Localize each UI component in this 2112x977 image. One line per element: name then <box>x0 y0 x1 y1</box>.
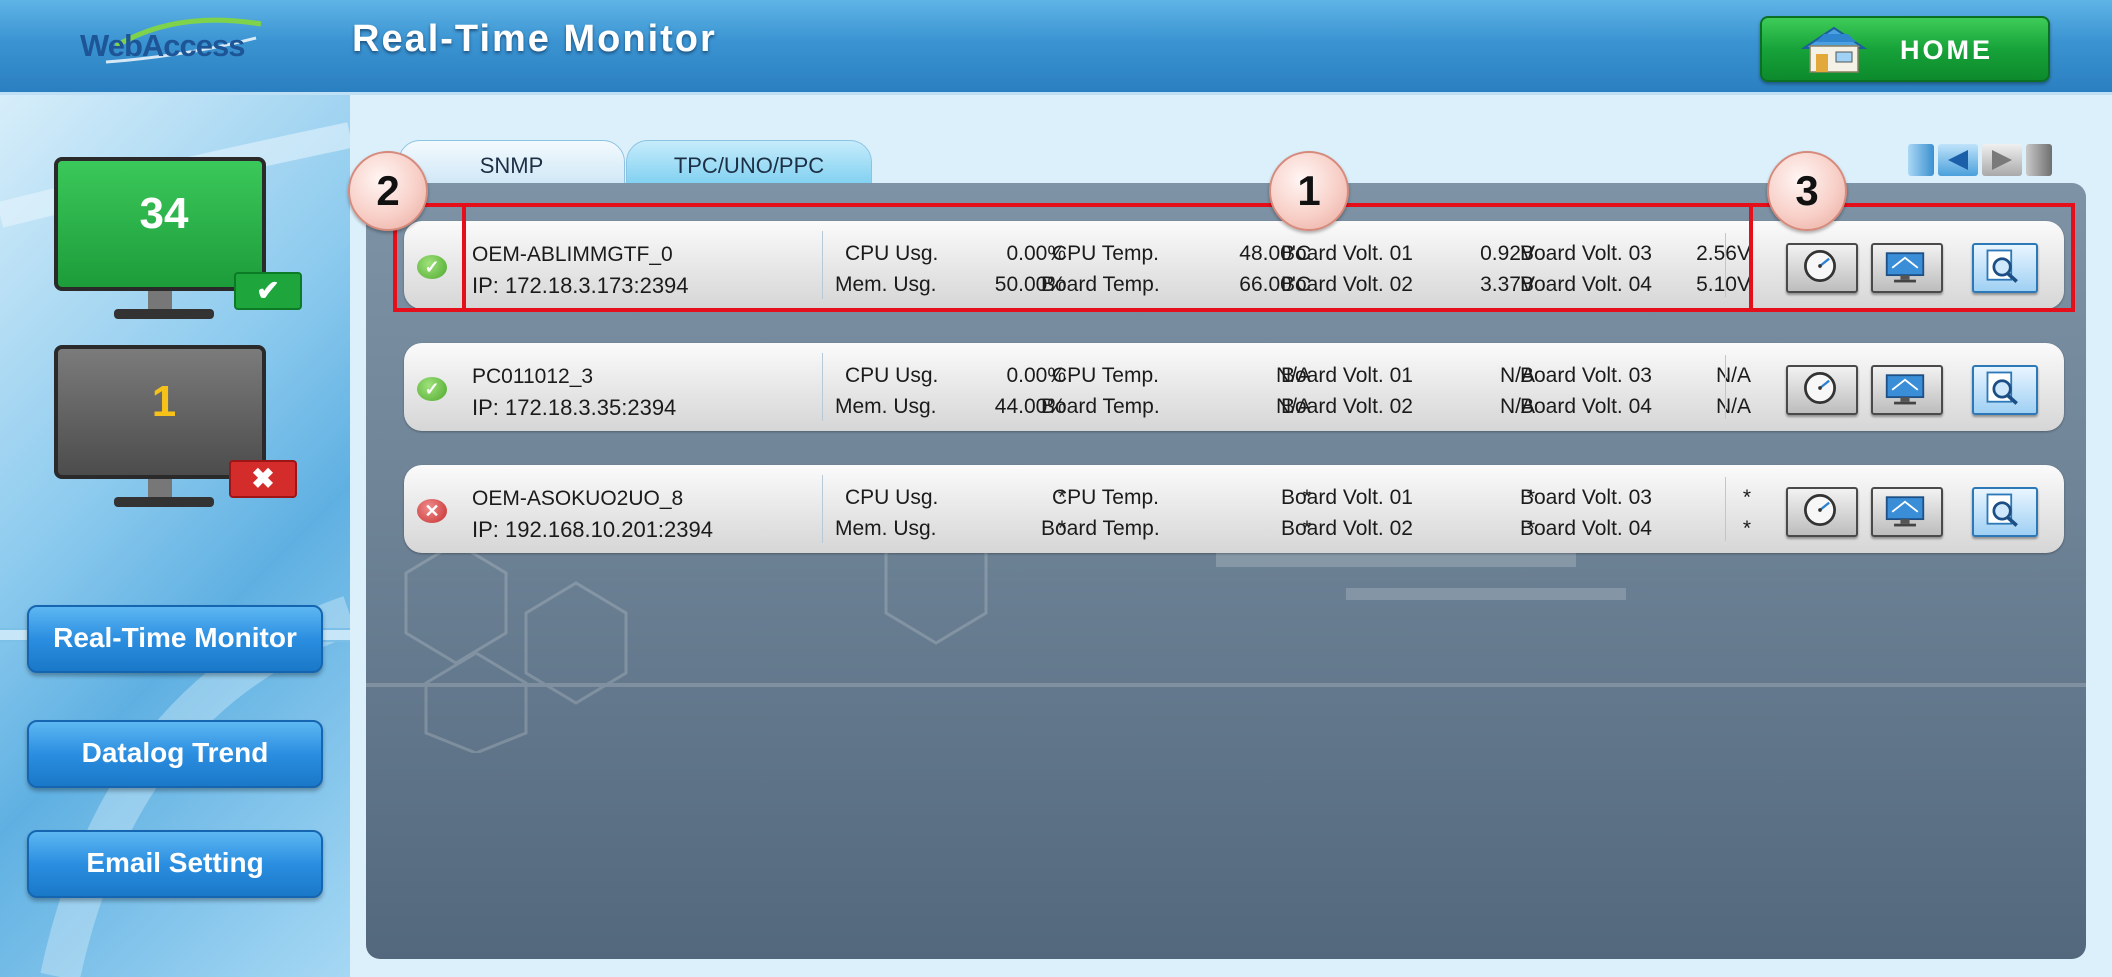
device-name: OEM-ASOKUO2UO_8 <box>472 487 684 510</box>
arrow-right-icon <box>1992 150 2012 170</box>
cpu-temp-label: CPU Temp. <box>1052 364 1159 387</box>
device-row[interactable]: ✓ PC011012_3 IP: 172.18.3.35:2394 CPU Us… <box>404 343 2064 431</box>
board-volt-02-label: Board Volt. 02 <box>1281 517 1413 540</box>
last-page-button[interactable] <box>2026 144 2052 176</box>
email-setting-button[interactable]: Email Setting <box>27 830 323 898</box>
board-volt-04-value: * <box>1742 517 1751 540</box>
mem-usage-label: Mem. Usg. <box>835 395 937 418</box>
device-ip: IP: 172.18.3.35:2394 <box>472 395 677 420</box>
tab-tpc-uno-ppc[interactable]: TPC/UNO/PPC <box>626 140 872 186</box>
x-icon: ✖ <box>229 460 297 498</box>
board-temp-label: Board Temp. <box>1041 517 1160 540</box>
performance-gauge-button[interactable] <box>1786 487 1858 537</box>
home-label: HOME <box>1900 35 1993 65</box>
magnifier-icon <box>1986 371 2018 405</box>
board-temp-label: Board Temp. <box>1041 395 1160 418</box>
device-row[interactable]: ✕ OEM-ASOKUO2UO_8 IP: 192.168.10.201:239… <box>404 465 2064 553</box>
page-title: Real-Time Monitor <box>352 18 717 60</box>
first-page-button[interactable] <box>1908 144 1934 176</box>
check-icon: ✔ <box>234 272 302 310</box>
remote-desktop-icon <box>1885 374 1925 405</box>
board-volt-01-label: Board Volt. 01 <box>1281 486 1413 509</box>
cpu-usage-label: CPU Usg. <box>845 486 939 509</box>
magnifier-icon <box>1986 493 2018 527</box>
online-status-icon: ✓ <box>417 377 447 401</box>
header-bar: WebAccess Real-Time Monitor HOME <box>0 0 2112 95</box>
home-button[interactable]: HOME <box>1760 16 2050 82</box>
datalog-trend-button[interactable]: Datalog Trend <box>27 720 323 788</box>
device-detail-button[interactable] <box>1972 365 2038 415</box>
callout-1: 1 <box>1269 151 1349 231</box>
gauge-icon <box>1804 372 1836 404</box>
webaccess-logo: WebAccess <box>60 14 270 74</box>
mem-usage-label: Mem. Usg. <box>835 517 937 540</box>
board-volt-04-value: N/A <box>1715 395 1751 418</box>
cpu-temp-label: CPU Temp. <box>1052 486 1159 509</box>
device-detail-button[interactable] <box>1972 487 2038 537</box>
previous-page-button[interactable] <box>1938 144 1978 176</box>
board-volt-04-label: Board Volt. 04 <box>1520 517 1652 540</box>
device-name: PC011012_3 <box>472 365 594 388</box>
realtime-monitor-button[interactable]: Real-Time Monitor <box>27 605 323 673</box>
online-count: 34 <box>139 189 189 238</box>
logo-text: WebAccess <box>80 28 245 63</box>
cpu-usage-value: 0.00% <box>1006 364 1066 387</box>
cpu-usage-value: * <box>1057 486 1066 509</box>
tab-snmp[interactable]: SNMP <box>398 140 625 186</box>
offline-status-icon: ✕ <box>417 499 447 523</box>
remote-desktop-button[interactable] <box>1871 365 1943 415</box>
callout-2: 2 <box>348 151 428 231</box>
house-icon <box>1800 26 1868 73</box>
board-volt-04-label: Board Volt. 04 <box>1520 395 1652 418</box>
remote-desktop-button[interactable] <box>1871 487 1943 537</box>
board-volt-03-value: N/A <box>1715 364 1751 387</box>
board-volt-03-value: * <box>1742 486 1751 509</box>
board-volt-03-label: Board Volt. 03 <box>1520 486 1652 509</box>
device-ip: IP: 192.168.10.201:2394 <box>472 517 713 542</box>
board-volt-02-label: Board Volt. 02 <box>1281 395 1413 418</box>
app-window: WebAccess Real-Time Monitor HOME 34 ✔ 1 <box>0 0 2112 977</box>
offline-count: 1 <box>151 377 177 426</box>
performance-gauge-button[interactable] <box>1786 365 1858 415</box>
board-volt-01-label: Board Volt. 01 <box>1281 364 1413 387</box>
sidebar: 34 ✔ 1 ✖ Real-Time Monitor Datalog Trend… <box>0 95 350 977</box>
arrow-left-icon <box>1948 150 1968 170</box>
remote-desktop-icon <box>1885 496 1925 527</box>
board-volt-03-label: Board Volt. 03 <box>1520 364 1652 387</box>
page-navigation <box>1908 140 2088 182</box>
next-page-button[interactable] <box>1982 144 2022 176</box>
gauge-icon <box>1804 494 1836 526</box>
callout-3: 3 <box>1767 151 1847 231</box>
cpu-usage-label: CPU Usg. <box>845 364 939 387</box>
